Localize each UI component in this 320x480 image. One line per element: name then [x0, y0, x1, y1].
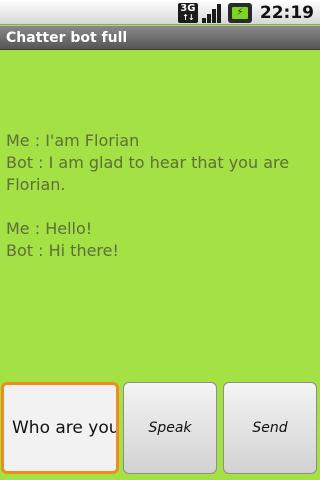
- send-button[interactable]: Send: [223, 382, 317, 474]
- data-activity-arrows: ↑↓: [182, 12, 194, 22]
- signal-bar: [206, 13, 211, 23]
- message-input[interactable]: Who are you?: [1, 382, 119, 474]
- battery-charging-icon: ⚡: [227, 2, 252, 23]
- conversation-log: Me : I'am Florian Bot : I am glad to hea…: [6, 130, 314, 262]
- signal-bar: [201, 17, 206, 23]
- 3g-icon: 3G ↑↓: [177, 2, 198, 23]
- status-bar: 3G ↑↓ ⚡ 22:19: [0, 0, 320, 25]
- app-title-bar: Chatter bot full: [0, 26, 320, 50]
- signal-bar: [216, 3, 221, 23]
- app-title: Chatter bot full: [6, 29, 128, 46]
- signal-icon: [201, 3, 224, 23]
- network-type-label: 3G: [180, 2, 196, 14]
- speak-button[interactable]: Speak: [123, 382, 217, 474]
- signal-bar: [211, 8, 216, 23]
- status-icons: 3G ↑↓ ⚡ 22:19: [177, 0, 320, 25]
- user-message: Me : I'am Florian: [6, 131, 140, 150]
- bot-message: Bot : Hi there!: [6, 241, 119, 260]
- bot-message: Bot : I am glad to hear that you are Flo…: [6, 153, 290, 194]
- clock: 22:19: [259, 2, 314, 23]
- input-bar: Who are you? Speak Send: [0, 380, 320, 476]
- battery-cell: ⚡: [231, 6, 248, 19]
- user-message: Me : Hello!: [6, 219, 93, 238]
